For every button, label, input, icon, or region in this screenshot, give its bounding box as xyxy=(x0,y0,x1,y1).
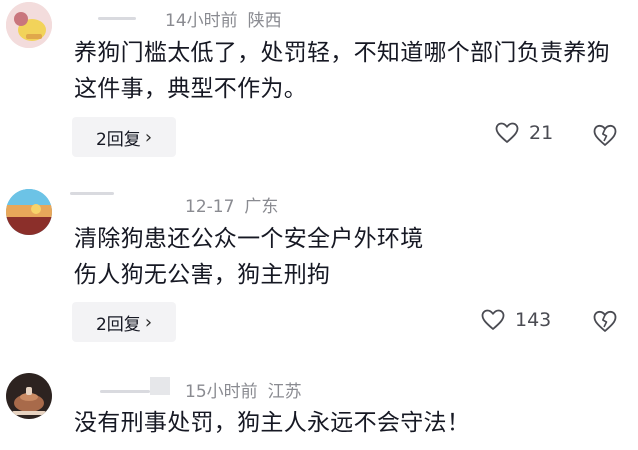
username-redacted xyxy=(100,390,150,393)
broken-heart-icon[interactable] xyxy=(592,122,618,148)
username-redacted xyxy=(70,192,114,195)
broken-heart-icon[interactable] xyxy=(592,308,618,334)
comment-location: 广东 xyxy=(244,197,279,217)
replies-label: 2回复 xyxy=(95,129,141,150)
comment-item: 14小时前 陕西 养狗门槛太低了，处罚轻，不知道哪个部门负责养狗这件事，典型不作为… xyxy=(0,0,638,165)
replies-button[interactable]: 2回复 › xyxy=(72,302,176,342)
comment-item: 12-17 广东 清除狗患还公众一个安全户外环境 伤人狗无公害，狗主刑拘 2回复 … xyxy=(0,165,638,355)
replies-button[interactable]: 2回复 › xyxy=(72,117,176,157)
comment-meta: 15小时前 江苏 xyxy=(185,377,302,402)
like-button[interactable]: 143 xyxy=(481,309,551,331)
heart-outline-icon xyxy=(481,309,505,330)
comment-text: 没有刑事处罚，狗主人永远不会守法！ xyxy=(74,410,471,436)
like-button[interactable]: 21 xyxy=(495,122,553,144)
comment-time: 15小时前 xyxy=(185,382,258,402)
avatar[interactable] xyxy=(6,373,52,419)
replies-label: 2回复 xyxy=(95,314,141,335)
chevron-right-icon: › xyxy=(144,311,153,333)
avatar-image xyxy=(6,373,52,419)
comment-text: 养狗门槛太低了，处罚轻，不知道哪个部门负责养狗这件事，典型不作为。 xyxy=(74,40,610,102)
comment-meta: 14小时前 陕西 xyxy=(165,6,282,31)
avatar[interactable] xyxy=(6,2,52,48)
comment-time: 12-17 xyxy=(185,197,235,217)
comment-location: 陕西 xyxy=(247,11,282,31)
comment-meta: 12-17 广东 xyxy=(185,192,278,217)
comment-item: 15小时前 江苏 没有刑事处罚，狗主人永远不会守法！ xyxy=(0,355,638,450)
comment-text: 清除狗患还公众一个安全户外环境 伤人狗无公害，狗主刑拘 xyxy=(74,226,424,288)
avatar[interactable] xyxy=(6,189,52,235)
like-count: 143 xyxy=(515,309,552,331)
username-redacted-block xyxy=(150,377,170,395)
chevron-right-icon: › xyxy=(144,126,153,148)
heart-outline-icon xyxy=(495,122,519,143)
comment-location: 江苏 xyxy=(267,382,302,402)
avatar-image xyxy=(6,189,52,235)
like-count: 21 xyxy=(529,122,554,144)
comment-time: 14小时前 xyxy=(165,11,238,31)
username-redacted xyxy=(98,17,136,20)
avatar-image xyxy=(6,2,52,48)
